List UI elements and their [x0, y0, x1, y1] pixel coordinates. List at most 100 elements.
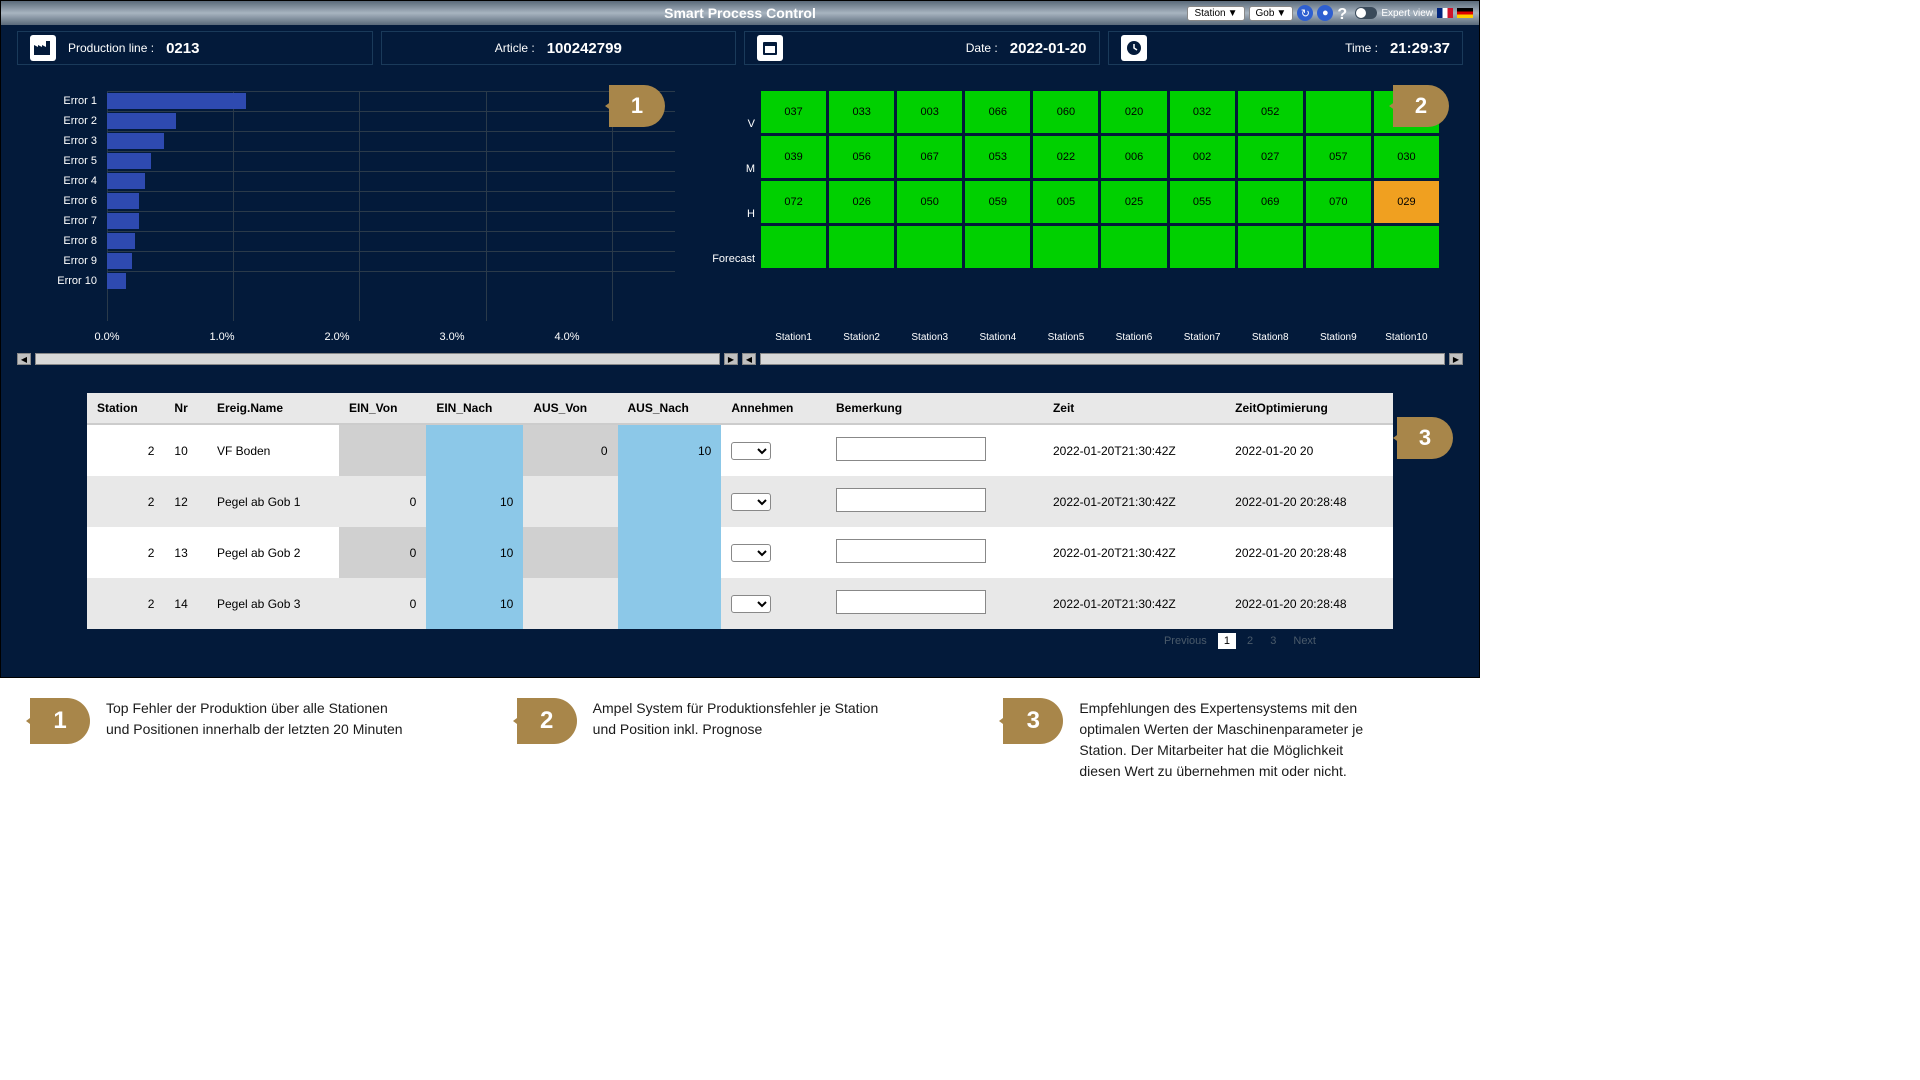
factory-icon [30, 35, 56, 61]
heat-cell[interactable]: 069 [1238, 181, 1303, 223]
heat-cell[interactable]: 033 [829, 91, 894, 133]
table-header: Station [87, 393, 164, 424]
heat-cell[interactable]: 056 [829, 136, 894, 178]
heat-cell[interactable]: 070 [1306, 181, 1371, 223]
scroll-right-arrow[interactable]: ▶ [724, 353, 738, 365]
pager-prev[interactable]: Previous [1158, 633, 1213, 649]
scroll-left-arrow-2[interactable]: ◀ [742, 353, 756, 365]
remark-input[interactable] [836, 539, 986, 563]
heat-cell[interactable]: 029 [1374, 181, 1439, 223]
station-dropdown[interactable]: Station ▼ [1187, 6, 1244, 21]
station-heatmap: 2 V0370330030660600200320525M03905606705… [701, 71, 1459, 351]
callout-item: 1 Top Fehler der Produktion über alle St… [30, 698, 477, 782]
heat-cell[interactable]: 057 [1306, 136, 1371, 178]
flag-de-icon[interactable] [1457, 8, 1473, 18]
heat-cell[interactable] [897, 226, 962, 268]
callout-badge-2: 2 [1393, 85, 1449, 127]
callout-item: 2 Ampel System für Produktionsfehler je … [517, 698, 964, 782]
callout-item: 3 Empfehlungen des Expertensystems mit d… [1003, 698, 1450, 782]
remark-input[interactable] [836, 488, 986, 512]
scroll-right-arrow-2[interactable]: ▶ [1449, 353, 1463, 365]
callout-number-badge: 2 [517, 698, 577, 744]
heat-cell[interactable]: 037 [761, 91, 826, 133]
heat-cell[interactable] [1238, 226, 1303, 268]
callouts-legend: 1 Top Fehler der Produktion über alle St… [0, 678, 1480, 802]
accept-select[interactable] [731, 442, 771, 460]
gob-dropdown[interactable]: Gob ▼ [1249, 6, 1294, 21]
bar-label: Error 6 [27, 195, 97, 207]
error-bar-chart: 1 Error 1 Error 2 Error 3 Error 5 Error … [17, 71, 695, 351]
recommendations-table: StationNrEreig.NameEIN_VonEIN_NachAUS_Vo… [87, 393, 1393, 629]
scrollbar-right[interactable] [760, 353, 1445, 365]
flag-uk-icon[interactable] [1437, 8, 1453, 18]
heat-cell[interactable]: 006 [1101, 136, 1166, 178]
accept-select[interactable] [731, 544, 771, 562]
refresh-icon[interactable]: ↻ [1297, 5, 1313, 21]
recommendations-table-wrap: 3 StationNrEreig.NameEIN_VonEIN_NachAUS_… [17, 377, 1463, 669]
time-box: Time : 21:29:37 [1108, 31, 1464, 65]
scrollbar-left[interactable] [35, 353, 720, 365]
callout-badge-3: 3 [1397, 417, 1453, 459]
heat-cell[interactable]: 060 [1033, 91, 1098, 133]
heat-cell[interactable]: 072 [761, 181, 826, 223]
date-box: Date : 2022-01-20 [744, 31, 1100, 65]
heat-cell[interactable]: 025 [1101, 181, 1166, 223]
heat-cell[interactable] [965, 226, 1030, 268]
heat-cell[interactable] [1170, 226, 1235, 268]
remark-input[interactable] [836, 590, 986, 614]
table-row: 2 12 Pegel ab Gob 1 0 10 2022-01-20T21:3… [87, 476, 1393, 527]
expert-label: Expert view [1381, 8, 1433, 19]
accept-select[interactable] [731, 493, 771, 511]
bar-label: Error 7 [27, 215, 97, 227]
pager-next[interactable]: Next [1287, 633, 1322, 649]
heat-cell[interactable]: 027 [1238, 136, 1303, 178]
bar-label: Error 9 [27, 255, 97, 267]
heat-cell[interactable] [1306, 226, 1371, 268]
production-line-box: Production line : 0213 [17, 31, 373, 65]
help-icon[interactable]: ? [1337, 6, 1351, 20]
heat-cell[interactable]: 003 [897, 91, 962, 133]
heat-cell[interactable] [829, 226, 894, 268]
scroll-left-arrow[interactable]: ◀ [17, 353, 31, 365]
table-header: EIN_Von [339, 393, 426, 424]
table-header: Nr [164, 393, 207, 424]
heat-cell[interactable]: 030 [1374, 136, 1439, 178]
heat-cell[interactable] [1033, 226, 1098, 268]
pager-page-3[interactable]: 3 [1264, 633, 1282, 649]
heat-cell[interactable]: 059 [965, 181, 1030, 223]
bar-label: Error 5 [27, 155, 97, 167]
heat-cell[interactable] [1101, 226, 1166, 268]
app-title: Smart Process Control [664, 5, 816, 21]
pager: Previous 1 2 3 Next [87, 629, 1393, 653]
heat-cell[interactable]: 032 [1170, 91, 1235, 133]
accept-select[interactable] [731, 595, 771, 613]
bar-label: Error 8 [27, 235, 97, 247]
table-row: 2 14 Pegel ab Gob 3 0 10 2022-01-20T21:3… [87, 578, 1393, 629]
article-box: Article : 100242799 [381, 31, 737, 65]
heat-cell[interactable] [1374, 226, 1439, 268]
table-header: Ereig.Name [207, 393, 339, 424]
pager-page-1[interactable]: 1 [1218, 633, 1236, 649]
heat-cell[interactable]: 039 [761, 136, 826, 178]
callout-text: Top Fehler der Produktion über alle Stat… [106, 698, 406, 740]
heat-cell[interactable]: 067 [897, 136, 962, 178]
heat-cell[interactable]: 020 [1101, 91, 1166, 133]
heat-cell[interactable]: 026 [829, 181, 894, 223]
titlebar: Smart Process Control Station ▼ Gob ▼ ↻ … [1, 1, 1479, 25]
heat-cell[interactable]: 052 [1238, 91, 1303, 133]
pager-page-2[interactable]: 2 [1241, 633, 1259, 649]
heat-cell[interactable]: 050 [897, 181, 962, 223]
table-row: 2 10 VF Boden 0 10 2022-01-20T21:30:42Z … [87, 424, 1393, 476]
table-header: EIN_Nach [426, 393, 523, 424]
heat-cell[interactable]: 053 [965, 136, 1030, 178]
heat-cell[interactable]: 022 [1033, 136, 1098, 178]
heat-cell[interactable]: 005 [1033, 181, 1098, 223]
expert-toggle[interactable] [1355, 7, 1377, 19]
heat-cell[interactable]: 002 [1170, 136, 1235, 178]
callout-text: Empfehlungen des Expertensystems mit den… [1079, 698, 1379, 782]
remark-input[interactable] [836, 437, 986, 461]
heat-cell[interactable]: 055 [1170, 181, 1235, 223]
heat-cell[interactable]: 066 [965, 91, 1030, 133]
heat-cell[interactable] [1306, 91, 1371, 133]
heat-cell[interactable] [761, 226, 826, 268]
